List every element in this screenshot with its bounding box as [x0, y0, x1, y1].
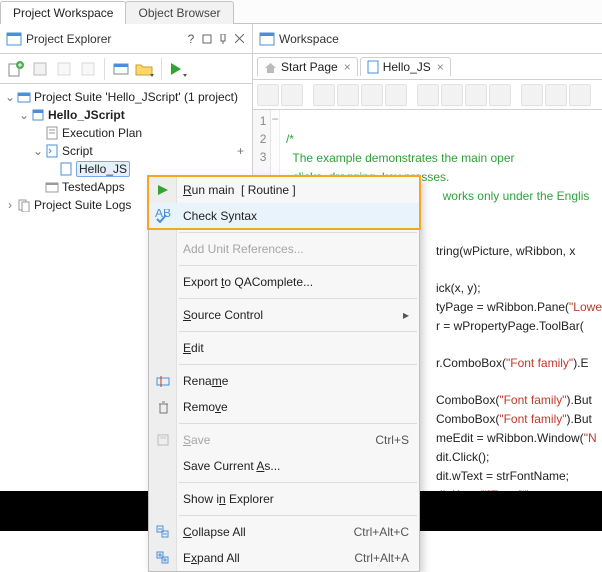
tree-label: Project Suite 'Hello_JScript' (1 project…	[34, 90, 238, 104]
ed-btn[interactable]	[545, 84, 567, 106]
file-icon	[367, 60, 379, 74]
ed-btn[interactable]	[417, 84, 439, 106]
folder-dropdown-button[interactable]	[134, 58, 156, 80]
window-pin-icon[interactable]	[216, 32, 230, 46]
home-icon	[264, 61, 277, 74]
logs-icon	[16, 197, 32, 213]
new-item-button[interactable]	[5, 58, 27, 80]
menu-save-as[interactable]: Save Current As...Save Current As...	[149, 453, 419, 479]
menu-collapse-all[interactable]: Collapse AllCollapse All Ctrl+Alt+C	[149, 519, 419, 545]
tree-label: Project Suite Logs	[34, 198, 131, 212]
menu-export-qacomplete[interactable]: Export to QAComplete...Export to QACompl…	[149, 269, 419, 295]
project-icon	[30, 107, 46, 123]
help-icon[interactable]: ?	[184, 32, 198, 46]
ed-btn[interactable]	[385, 84, 407, 106]
top-tab-bar: Project Workspace Object Browser	[0, 0, 602, 24]
tree-project[interactable]: ⌄ Hello_JScript	[2, 106, 250, 124]
ed-btn[interactable]	[465, 84, 487, 106]
close-icon[interactable]	[232, 32, 246, 46]
collapse-icon	[154, 523, 172, 541]
context-menu: RRun main [ Routine ]un main [ Routine ]…	[148, 176, 420, 572]
twisty-icon[interactable]: ⌄	[32, 144, 44, 158]
menu-add-unit-refs: Add Unit References...	[149, 236, 419, 262]
editor-toolbar	[253, 80, 602, 110]
rename-icon	[154, 372, 172, 390]
ed-btn[interactable]	[441, 84, 463, 106]
ed-btn[interactable]	[337, 84, 359, 106]
menu-edit[interactable]: EditEdit	[149, 335, 419, 361]
twisty-icon[interactable]: ⌄	[4, 90, 16, 104]
close-tab-icon[interactable]: ×	[437, 60, 444, 74]
script-icon	[44, 143, 60, 159]
document-tabs: Start Page × Hello_JS ×	[253, 54, 602, 80]
panel-title: Workspace	[279, 32, 596, 46]
ed-btn[interactable]	[569, 84, 591, 106]
menu-check-syntax[interactable]: ABC Check Syntax	[149, 203, 419, 229]
close-tab-icon[interactable]: ×	[344, 60, 351, 74]
plan-icon	[44, 125, 60, 141]
ed-btn[interactable]	[257, 84, 279, 106]
tab-start-page[interactable]: Start Page ×	[257, 57, 358, 76]
tab-label: Start Page	[281, 60, 338, 74]
expand-icon	[154, 549, 172, 567]
tree-execution-plan[interactable]: Execution Plan	[2, 124, 250, 142]
twisty-icon[interactable]: ›	[4, 198, 16, 212]
shortcut: Ctrl+S	[375, 433, 409, 447]
ed-btn[interactable]	[361, 84, 383, 106]
tb-disabled-1	[53, 58, 75, 80]
save-icon	[154, 431, 172, 449]
workspace-icon	[259, 31, 275, 47]
tree-suite[interactable]: ⌄ Project Suite 'Hello_JScript' (1 proje…	[2, 88, 250, 106]
trash-icon	[154, 398, 172, 416]
panel-title: Project Explorer	[26, 32, 182, 46]
menu-expand-all[interactable]: Expand AllExpand All Ctrl+Alt+A	[149, 545, 419, 571]
separator	[161, 58, 162, 80]
tab-label: Hello_JS	[383, 60, 431, 74]
add-script-button[interactable]: +	[237, 144, 250, 158]
explorer-toolbar	[0, 54, 252, 84]
tree-label: Hello_JScript	[48, 108, 125, 122]
shortcut: Ctrl+Alt+C	[354, 525, 409, 539]
tree-label: Script	[62, 144, 93, 158]
ed-btn[interactable]	[281, 84, 303, 106]
menu-rename[interactable]: RenameRename	[149, 368, 419, 394]
run-dropdown-button[interactable]	[167, 58, 189, 80]
tab-hello-js[interactable]: Hello_JS ×	[360, 57, 451, 76]
window-float-icon[interactable]	[200, 32, 214, 46]
ed-btn[interactable]	[313, 84, 335, 106]
tree-label: Execution Plan	[62, 126, 142, 140]
submenu-arrow-icon: ▸	[403, 308, 409, 322]
ed-btn[interactable]	[521, 84, 543, 106]
tree-script[interactable]: ⌄ Script +	[2, 142, 250, 160]
check-icon: ABC	[154, 207, 172, 225]
tb-disabled-2	[77, 58, 99, 80]
menu-show-in-explorer[interactable]: Show in ExplorerShow in Explorer	[149, 486, 419, 512]
add-button[interactable]	[29, 58, 51, 80]
play-icon	[154, 181, 172, 199]
twisty-icon[interactable]: ⌄	[18, 108, 30, 122]
tab-project-workspace[interactable]: Project Workspace	[0, 1, 126, 24]
file-icon	[58, 161, 74, 177]
ed-btn[interactable]	[489, 84, 511, 106]
tree-label: TestedApps	[62, 180, 125, 194]
menu-save: SaveSave Ctrl+S	[149, 427, 419, 453]
suite-icon	[16, 89, 32, 105]
tree-label: Hello_JS	[76, 161, 130, 177]
menu-run-main[interactable]: RRun main [ Routine ]un main [ Routine ]	[149, 177, 419, 203]
shortcut: Ctrl+Alt+A	[354, 551, 409, 565]
explorer-icon	[6, 31, 22, 47]
menu-source-control[interactable]: Source ControlSource Control ▸	[149, 302, 419, 328]
tab-object-browser[interactable]: Object Browser	[125, 1, 233, 24]
separator	[104, 58, 105, 80]
apps-icon	[44, 179, 60, 195]
menu-remove[interactable]: RemoveRemove	[149, 394, 419, 420]
view-button[interactable]	[110, 58, 132, 80]
